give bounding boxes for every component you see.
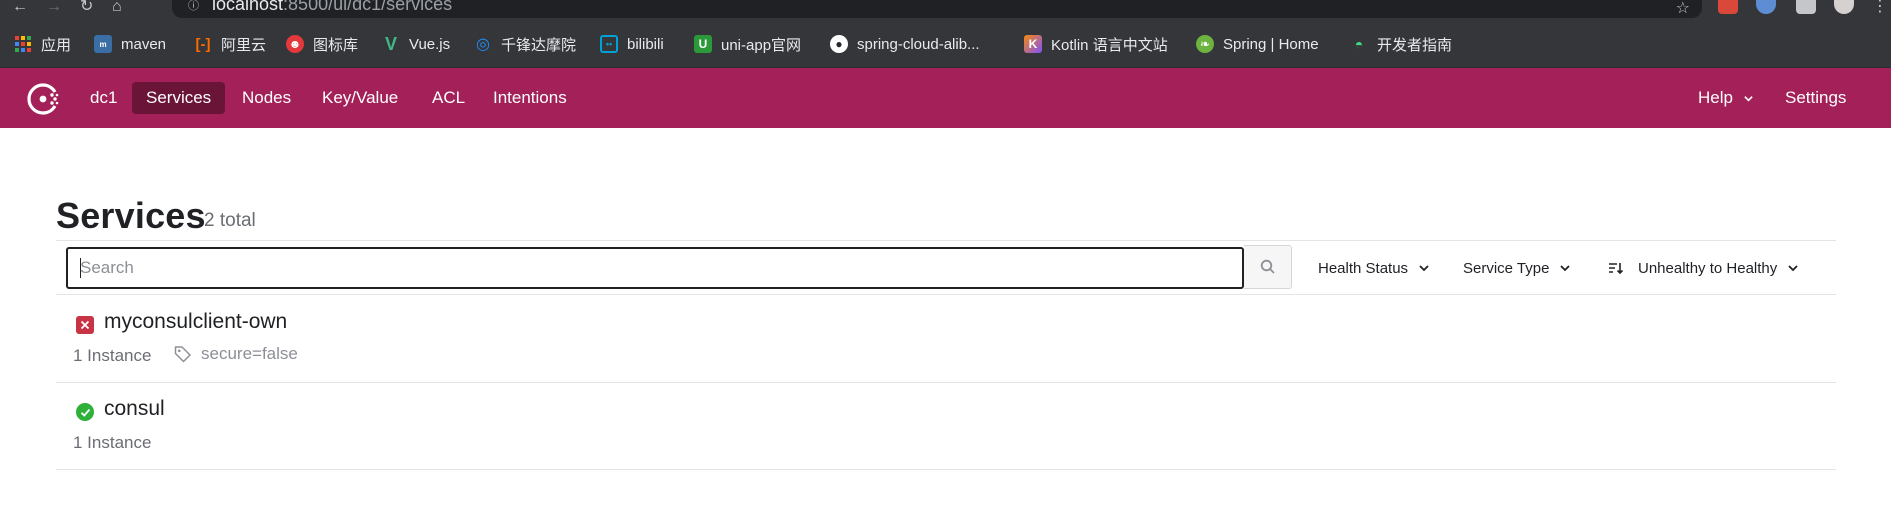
bilibili-icon: •• [600, 35, 618, 53]
search-icon [1260, 259, 1275, 274]
filter-label: Service Type [1463, 259, 1550, 277]
bookmark-label: bilibili [627, 35, 664, 53]
info-icon[interactable]: ⓘ [188, 0, 202, 12]
reload-icon[interactable]: ↻ [80, 0, 93, 15]
bookmark-bilibili[interactable]: •• bilibili [600, 33, 664, 55]
sort-label: Unhealthy to Healthy [1638, 259, 1778, 277]
bookmark-qianfeng[interactable]: ◎ 千锋达摩院 [474, 33, 576, 55]
consul-logo-icon[interactable] [26, 82, 60, 116]
bookmarks-bar: 应用 m maven [-] 阿里云 ☻ 图标库 V Vue.js ◎ 千锋达摩… [0, 20, 1891, 68]
text-caret [80, 258, 81, 278]
bookmark-label: Kotlin 语言中文站 [1051, 36, 1168, 54]
search-field[interactable] [66, 247, 1244, 289]
home-icon[interactable]: ⌂ [112, 0, 122, 15]
search-button[interactable] [1244, 245, 1292, 289]
chevron-down-icon [1560, 265, 1571, 272]
service-type-filter[interactable]: Service Type [1463, 256, 1571, 280]
service-name[interactable]: myconsulclient-own [104, 310, 287, 334]
service-name[interactable]: consul [104, 397, 165, 421]
nav-key-value[interactable]: Key/Value [308, 82, 412, 114]
profile-avatar[interactable] [1834, 0, 1854, 14]
chevron-down-icon [1788, 265, 1798, 272]
bookmark-iconfont[interactable]: ☻ 图标库 [286, 33, 358, 55]
android-icon: ◓ [1354, 36, 1364, 52]
divider [56, 382, 1836, 383]
github-icon: ● [830, 35, 848, 53]
service-row[interactable]: myconsulclient-own 1 Instance secure=fal… [56, 310, 1836, 376]
menu-icon[interactable]: ⋮ [1872, 0, 1888, 15]
tag-icon [174, 346, 191, 363]
uniapp-icon: U [694, 35, 712, 53]
passing-status-icon [76, 403, 94, 421]
bookmark-label: maven [121, 35, 167, 53]
url-path: :8500/ui/dc1/services [283, 0, 453, 14]
url-host: localhost [212, 0, 284, 14]
bookmark-label: 阿里云 [221, 36, 267, 54]
browser-toolbar: ← → ↻ ⌂ ⓘ localhost:8500/ui/dc1/services… [0, 0, 1891, 20]
bookmark-label: 应用 [41, 36, 72, 54]
bookmark-label: Vue.js [409, 35, 451, 53]
tag-label: secure=false [201, 344, 298, 363]
chevron-down-icon [1419, 265, 1429, 272]
bookmark-label: 开发者指南 [1377, 36, 1453, 54]
vue-icon: V [384, 33, 397, 54]
back-arrow-icon[interactable]: ← [12, 0, 28, 15]
bookmark-aliyun[interactable]: [-] 阿里云 [194, 33, 267, 55]
kotlin-icon: K [1024, 35, 1042, 53]
nav-acl[interactable]: ACL [418, 82, 479, 114]
datacenter-selector[interactable]: dc1 [76, 82, 131, 114]
sort-icon [1609, 263, 1624, 275]
qianfeng-icon: ◎ [476, 36, 490, 53]
help-menu[interactable]: Help [1684, 82, 1768, 114]
bookmark-github[interactable]: ● spring-cloud-alib... [830, 33, 980, 55]
address-bar[interactable]: ⓘ localhost:8500/ui/dc1/services ☆ [172, 0, 1702, 18]
apps-grid-icon [14, 35, 32, 53]
bookmark-label: Spring | Home [1223, 35, 1319, 53]
divider [56, 240, 1836, 241]
bookmark-apps[interactable]: 应用 [14, 33, 71, 55]
nav-nodes[interactable]: Nodes [228, 82, 305, 114]
instance-count: 1 Instance [73, 346, 152, 365]
url-text: localhost:8500/ui/dc1/services [212, 0, 452, 15]
bookmark-label: spring-cloud-alib... [857, 35, 980, 53]
bookmark-label: uni-app官网 [721, 36, 802, 54]
bookmark-spring[interactable]: ❧ Spring | Home [1196, 33, 1319, 55]
nav-intentions[interactable]: Intentions [479, 82, 581, 114]
bookmark-label: 图标库 [313, 36, 359, 54]
chevron-down-icon [1744, 95, 1753, 102]
extension-icon[interactable] [1718, 0, 1738, 14]
spring-icon: ❧ [1196, 35, 1214, 53]
service-tag: secure=false [173, 344, 298, 364]
extension-icon[interactable] [1756, 0, 1776, 14]
forward-arrow-icon[interactable]: → [46, 0, 62, 15]
filter-label: Health Status [1318, 259, 1409, 277]
iconfont-icon: ☻ [286, 35, 304, 53]
main-navigation: dc1 Services Nodes Key/Value ACL Intenti… [0, 68, 1891, 128]
divider [56, 294, 1836, 295]
maven-icon: m [94, 35, 112, 53]
bookmark-star-icon[interactable]: ☆ [1676, 0, 1690, 18]
bookmark-maven[interactable]: m maven [94, 33, 166, 55]
search-input[interactable] [68, 249, 1242, 287]
divider [56, 469, 1836, 470]
instance-count: 1 Instance [73, 433, 152, 452]
health-status-filter[interactable]: Health Status [1318, 256, 1430, 280]
service-row[interactable]: consul 1 Instance [56, 397, 1836, 463]
bookmark-label: 千锋达摩院 [501, 36, 577, 54]
services-count: 2 total [204, 210, 256, 231]
sort-dropdown[interactable]: Unhealthy to Healthy [1608, 256, 1799, 280]
help-label: Help [1698, 88, 1733, 107]
page-title: Services [56, 195, 206, 236]
bookmark-android[interactable]: ◓ 开发者指南 [1350, 33, 1452, 55]
nav-services[interactable]: Services [132, 82, 226, 114]
bookmark-uniapp[interactable]: U uni-app官网 [694, 33, 801, 55]
bookmark-kotlin[interactable]: K Kotlin 语言中文站 [1024, 33, 1168, 55]
bookmark-vue[interactable]: V Vue.js [382, 33, 450, 55]
aliyun-icon: [-] [195, 35, 211, 53]
critical-status-icon [76, 316, 94, 334]
puzzle-icon[interactable] [1796, 0, 1816, 14]
settings-link[interactable]: Settings [1771, 82, 1860, 114]
